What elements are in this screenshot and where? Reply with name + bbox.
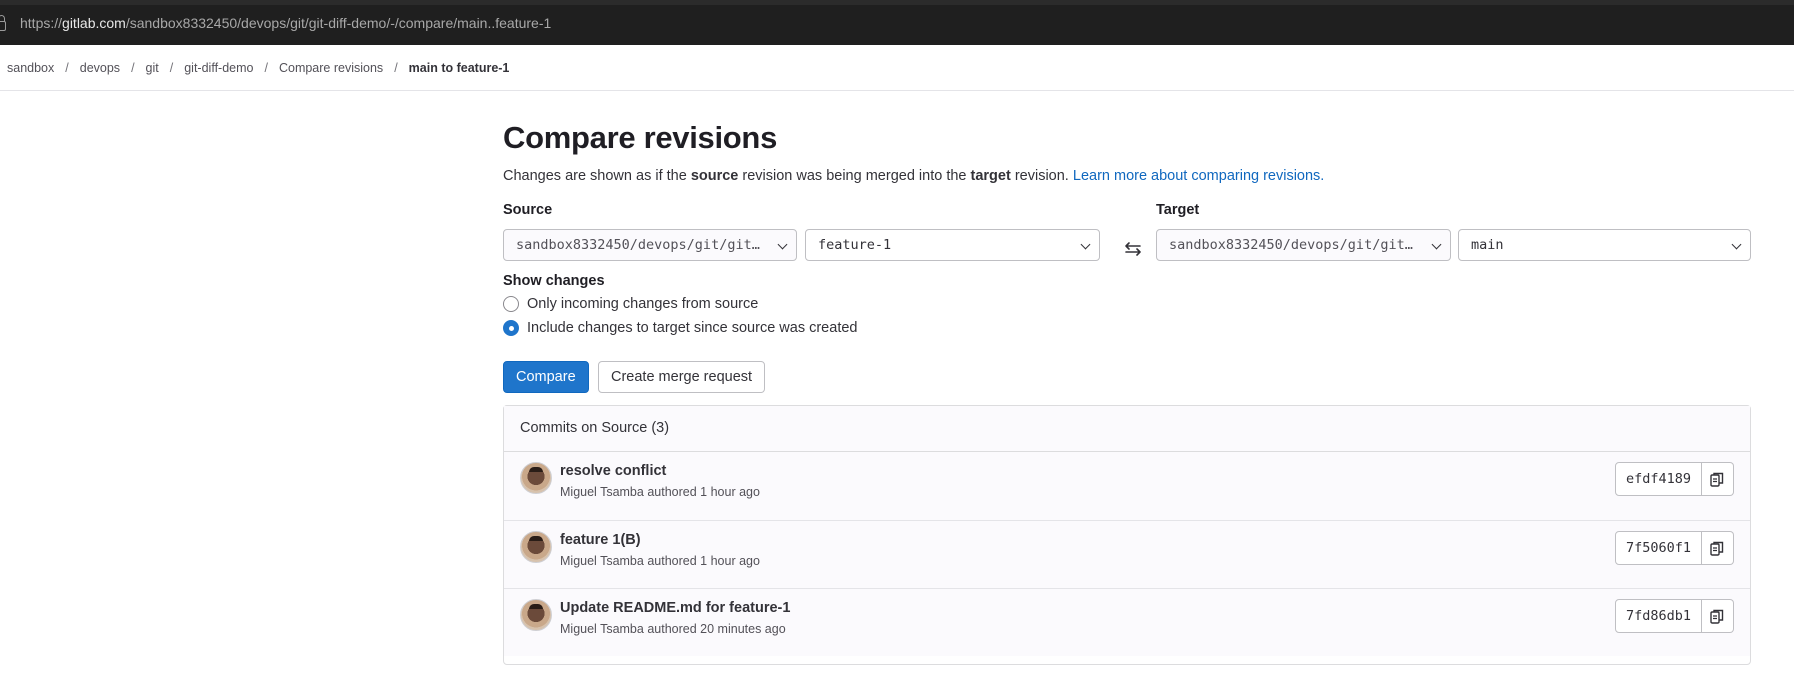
breadcrumb-item-current[interactable]: main to feature-1 bbox=[409, 61, 510, 75]
commit-verb: authored bbox=[647, 622, 697, 636]
breadcrumb-separator: / bbox=[65, 61, 69, 75]
description-text: revision was being merged into the bbox=[738, 168, 971, 184]
radio-label: Include changes to target since source w… bbox=[527, 320, 858, 336]
avatar[interactable] bbox=[520, 462, 552, 494]
commits-panel: Commits on Source (3) resolve conflict M… bbox=[503, 405, 1751, 665]
compare-button[interactable]: Compare bbox=[503, 361, 589, 393]
copy-sha-button[interactable] bbox=[1702, 462, 1734, 496]
commit-time: 1 hour ago bbox=[700, 554, 760, 568]
breadcrumb: sandbox / devops / git / git-diff-demo /… bbox=[7, 61, 509, 75]
breadcrumb-separator: / bbox=[264, 61, 268, 75]
description-text: revision. bbox=[1010, 168, 1073, 184]
description-text: Changes are shown as if the bbox=[503, 168, 691, 184]
copy-sha-button[interactable] bbox=[1702, 531, 1734, 565]
show-changes-label: Show changes bbox=[503, 273, 605, 289]
breadcrumb-separator: / bbox=[394, 61, 398, 75]
header-divider bbox=[0, 90, 1794, 91]
avatar[interactable] bbox=[520, 531, 552, 563]
commit-title[interactable]: resolve conflict bbox=[560, 463, 666, 479]
commit-time: 20 minutes ago bbox=[700, 622, 786, 636]
swap-arrows-icon bbox=[1125, 242, 1141, 256]
commit-meta: Miguel Tsamba authored 1 hour ago bbox=[560, 554, 760, 568]
commit-row: resolve conflict Miguel Tsamba authored … bbox=[504, 452, 1750, 520]
create-merge-request-button[interactable]: Create merge request bbox=[598, 361, 766, 393]
target-branch-value: main bbox=[1471, 237, 1504, 253]
lock-icon bbox=[0, 15, 6, 31]
target-branch-select[interactable]: main bbox=[1458, 229, 1751, 261]
commit-row: Update README.md for feature-1 Miguel Ts… bbox=[504, 588, 1750, 656]
url-host: gitlab.com bbox=[62, 15, 126, 31]
commit-sha-group: 7fd86db1 bbox=[1614, 599, 1734, 633]
commit-row: feature 1(B) Miguel Tsamba authored 1 ho… bbox=[504, 520, 1750, 588]
page-title: Compare revisions bbox=[503, 120, 778, 155]
url-text[interactable]: https://gitlab.com/sandbox8332450/devops… bbox=[20, 15, 551, 31]
target-project-select[interactable]: sandbox8332450/devops/git/git-diff-demo bbox=[1156, 229, 1451, 261]
url-prefix: https:// bbox=[20, 15, 63, 31]
radio-include-target[interactable]: Include changes to target since source w… bbox=[503, 320, 857, 336]
commit-meta: Miguel Tsamba authored 1 hour ago bbox=[560, 485, 760, 499]
commit-author[interactable]: Miguel Tsamba bbox=[560, 554, 644, 568]
radio-label: Only incoming changes from source bbox=[527, 296, 759, 312]
source-project-value: sandbox8332450/devops/git/git-diff-demo bbox=[516, 237, 766, 253]
description-target: target bbox=[970, 168, 1011, 184]
breadcrumb-separator: / bbox=[131, 61, 135, 75]
avatar[interactable] bbox=[520, 599, 552, 631]
commit-sha-group: efdf4189 bbox=[1614, 462, 1734, 496]
commit-sha[interactable]: 7f5060f1 bbox=[1614, 531, 1702, 565]
url-path: /sandbox8332450/devops/git/git-diff-demo… bbox=[125, 15, 552, 31]
source-project-select[interactable]: sandbox8332450/devops/git/git-diff-demo bbox=[503, 229, 797, 261]
source-label: Source bbox=[503, 202, 553, 218]
chevron-down-icon bbox=[1080, 239, 1091, 250]
radio-button[interactable] bbox=[503, 296, 519, 312]
commit-time: 1 hour ago bbox=[700, 485, 760, 499]
radio-button-checked[interactable] bbox=[503, 320, 519, 336]
commit-verb: authored bbox=[647, 554, 697, 568]
commit-sha[interactable]: 7fd86db1 bbox=[1614, 599, 1702, 633]
breadcrumb-item-devops[interactable]: devops bbox=[80, 61, 120, 75]
chevron-down-icon bbox=[1731, 239, 1742, 250]
source-branch-select[interactable]: feature-1 bbox=[805, 229, 1100, 261]
learn-more-link[interactable]: Learn more about comparing revisions. bbox=[1073, 168, 1324, 184]
browser-url-bar: https://gitlab.com/sandbox8332450/devops… bbox=[0, 0, 1794, 45]
commit-verb: authored bbox=[647, 485, 697, 499]
commit-sha[interactable]: efdf4189 bbox=[1614, 462, 1702, 496]
swap-revisions-button[interactable] bbox=[1120, 236, 1146, 262]
commit-author[interactable]: Miguel Tsamba bbox=[560, 622, 644, 636]
breadcrumb-separator: / bbox=[169, 61, 174, 75]
page-description: Changes are shown as if the source revis… bbox=[503, 168, 1324, 184]
breadcrumb-item-git[interactable]: git bbox=[146, 61, 159, 75]
radio-only-incoming[interactable]: Only incoming changes from source bbox=[503, 296, 758, 312]
commit-meta: Miguel Tsamba authored 20 minutes ago bbox=[560, 622, 786, 636]
breadcrumb-item-sandbox[interactable]: sandbox bbox=[7, 61, 54, 75]
commit-sha-group: 7f5060f1 bbox=[1614, 531, 1734, 565]
target-label: Target bbox=[1156, 202, 1200, 218]
commit-title[interactable]: feature 1(B) bbox=[560, 532, 641, 548]
copy-to-clipboard-icon bbox=[1710, 609, 1724, 624]
source-branch-value: feature-1 bbox=[818, 237, 892, 253]
copy-to-clipboard-icon bbox=[1710, 472, 1724, 487]
chevron-down-icon bbox=[1431, 239, 1442, 250]
breadcrumb-item-compare[interactable]: Compare revisions bbox=[279, 61, 383, 75]
copy-to-clipboard-icon bbox=[1710, 541, 1724, 556]
copy-sha-button[interactable] bbox=[1702, 599, 1734, 633]
commit-title[interactable]: Update README.md for feature-1 bbox=[560, 600, 790, 616]
chevron-down-icon bbox=[777, 239, 788, 250]
target-project-value: sandbox8332450/devops/git/git-diff-demo bbox=[1169, 237, 1420, 253]
description-source: source bbox=[690, 168, 739, 184]
breadcrumb-item-project[interactable]: git-diff-demo bbox=[184, 61, 253, 75]
commit-author[interactable]: Miguel Tsamba bbox=[560, 485, 644, 499]
commits-header: Commits on Source (3) bbox=[504, 406, 1750, 452]
